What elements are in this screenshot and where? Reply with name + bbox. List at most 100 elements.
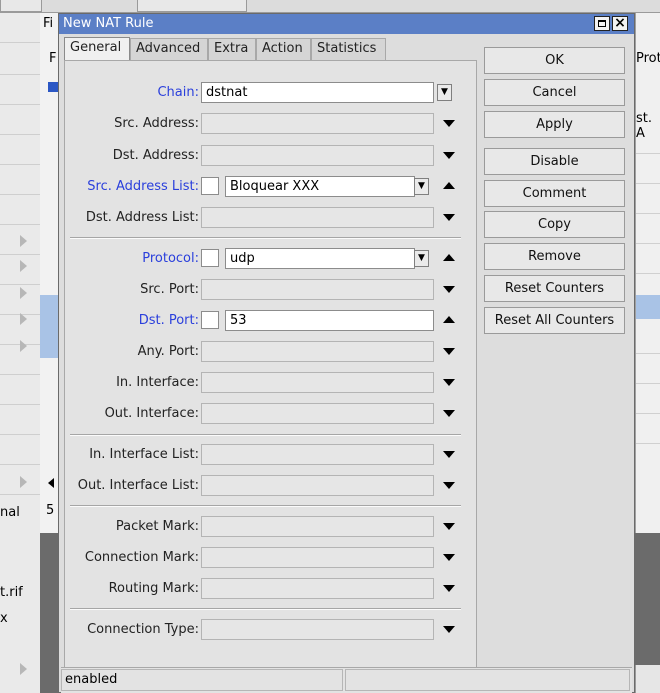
chain-label: Chain: (157, 85, 199, 100)
connection-type-expand-icon[interactable] (443, 626, 455, 633)
expand-triangle-icon[interactable] (20, 313, 27, 325)
expand-triangle-icon[interactable] (20, 663, 27, 675)
chain-dropdown-icon[interactable]: ▼ (437, 84, 452, 101)
status-cell (345, 669, 630, 691)
protocol-row: Protocol: udp ▼ (65, 248, 476, 270)
separator (70, 505, 461, 507)
dialog-title: New NAT Rule (63, 16, 154, 31)
background-left-pane: nal t.rif x (0, 13, 41, 693)
background-column-header: Prot (636, 51, 660, 66)
protocol-dropdown-icon[interactable]: ▼ (414, 250, 429, 267)
in-interface-list-input[interactable] (201, 444, 434, 465)
dst-port-negate-checkbox[interactable] (201, 311, 219, 329)
connection-mark-label: Connection Mark: (84, 550, 199, 565)
ok-button[interactable]: OK (484, 47, 625, 74)
background-status-bar (635, 665, 660, 693)
background-menu-label[interactable]: t.rif (0, 585, 23, 600)
src-address-list-negate-checkbox[interactable] (201, 177, 219, 195)
src-port-label: Src. Port: (140, 282, 199, 297)
any-port-row: Any. Port: (65, 341, 476, 363)
new-nat-rule-dialog: New NAT Rule × General Advanced Extra Ac… (58, 13, 635, 693)
expand-triangle-icon[interactable] (20, 235, 27, 247)
add-icon[interactable] (48, 82, 58, 92)
cancel-button[interactable]: Cancel (484, 79, 625, 106)
src-address-input[interactable] (201, 113, 434, 134)
expand-triangle-icon[interactable] (20, 476, 27, 488)
src-address-list-dropdown-icon[interactable]: ▼ (414, 178, 429, 195)
out-interface-list-label: Out. Interface List: (77, 478, 199, 493)
packet-mark-expand-icon[interactable] (443, 523, 455, 530)
chain-input[interactable]: dstnat (201, 82, 434, 103)
routing-mark-label: Routing Mark: (108, 581, 199, 596)
dst-port-row: Dst. Port: 53 (65, 310, 476, 332)
src-address-row: Src. Address: (65, 113, 476, 135)
connection-type-input[interactable] (201, 619, 434, 640)
src-address-list-collapse-icon[interactable] (443, 182, 455, 189)
in-interface-row: In. Interface: (65, 372, 476, 394)
tab-advanced[interactable]: Advanced (130, 38, 208, 60)
connection-mark-expand-icon[interactable] (443, 554, 455, 561)
tab-action[interactable]: Action (256, 38, 311, 60)
out-interface-list-expand-icon[interactable] (443, 482, 455, 489)
scroll-left-icon[interactable] (48, 478, 54, 488)
separator (70, 608, 461, 610)
protocol-negate-checkbox[interactable] (201, 249, 219, 267)
src-port-row: Src. Port: (65, 279, 476, 301)
src-port-input[interactable] (201, 279, 434, 300)
out-interface-list-input[interactable] (201, 475, 434, 496)
background-right-pane: Prot st. A (635, 13, 660, 533)
comment-button[interactable]: Comment (484, 180, 625, 207)
disable-button[interactable]: Disable (484, 148, 625, 175)
expand-triangle-icon[interactable] (20, 260, 27, 272)
routing-mark-input[interactable] (201, 578, 434, 599)
dst-address-list-input[interactable] (201, 207, 434, 228)
apply-button[interactable]: Apply (484, 111, 625, 138)
in-interface-list-expand-icon[interactable] (443, 451, 455, 458)
routing-mark-expand-icon[interactable] (443, 585, 455, 592)
maximize-icon[interactable] (594, 16, 610, 31)
copy-button[interactable]: Copy (484, 211, 625, 238)
dst-address-list-expand-icon[interactable] (443, 214, 455, 221)
src-port-expand-icon[interactable] (443, 286, 455, 293)
in-interface-expand-icon[interactable] (443, 379, 455, 386)
status-text: enabled (61, 669, 343, 691)
tab-general[interactable]: General (64, 37, 130, 61)
in-interface-input[interactable] (201, 372, 434, 393)
expand-triangle-icon[interactable] (20, 287, 27, 299)
dst-address-row: Dst. Address: (65, 145, 476, 167)
connection-mark-input[interactable] (201, 547, 434, 568)
selected-row[interactable] (636, 295, 660, 319)
in-interface-list-row: In. Interface List: (65, 444, 476, 466)
dst-address-expand-icon[interactable] (443, 152, 455, 159)
src-address-expand-icon[interactable] (443, 120, 455, 127)
remove-button[interactable]: Remove (484, 243, 625, 270)
reset-all-counters-button[interactable]: Reset All Counters (484, 307, 625, 334)
out-interface-expand-icon[interactable] (443, 410, 455, 417)
packet-mark-input[interactable] (201, 516, 434, 537)
protocol-collapse-icon[interactable] (443, 254, 455, 261)
dst-address-label: Dst. Address: (112, 148, 199, 163)
separator (70, 434, 461, 436)
selected-rows[interactable] (40, 295, 60, 358)
chain-row: Chain: dstnat ▼ (65, 82, 476, 104)
out-interface-input[interactable] (201, 403, 434, 424)
tab-statistics[interactable]: Statistics (311, 38, 386, 60)
close-icon[interactable]: × (612, 16, 628, 31)
dst-port-collapse-icon[interactable] (443, 316, 455, 323)
any-port-input[interactable] (201, 341, 434, 362)
dialog-titlebar[interactable]: New NAT Rule × (59, 14, 634, 34)
packet-mark-label: Packet Mark: (115, 519, 199, 534)
protocol-input[interactable]: udp (225, 248, 415, 269)
background-menu-label[interactable]: nal (0, 505, 20, 520)
dst-address-input[interactable] (201, 145, 434, 166)
dst-port-label: Dst. Port: (138, 313, 199, 328)
background-column-header: st. A (636, 111, 653, 141)
dst-port-input[interactable]: 53 (225, 310, 434, 331)
src-address-list-input[interactable]: Bloquear XXX (225, 176, 415, 197)
reset-counters-button[interactable]: Reset Counters (484, 275, 625, 302)
any-port-expand-icon[interactable] (443, 348, 455, 355)
tab-extra[interactable]: Extra (208, 38, 256, 60)
connection-type-row: Connection Type: (65, 619, 476, 641)
expand-triangle-icon[interactable] (20, 340, 27, 352)
background-menu-label[interactable]: x (0, 611, 8, 626)
